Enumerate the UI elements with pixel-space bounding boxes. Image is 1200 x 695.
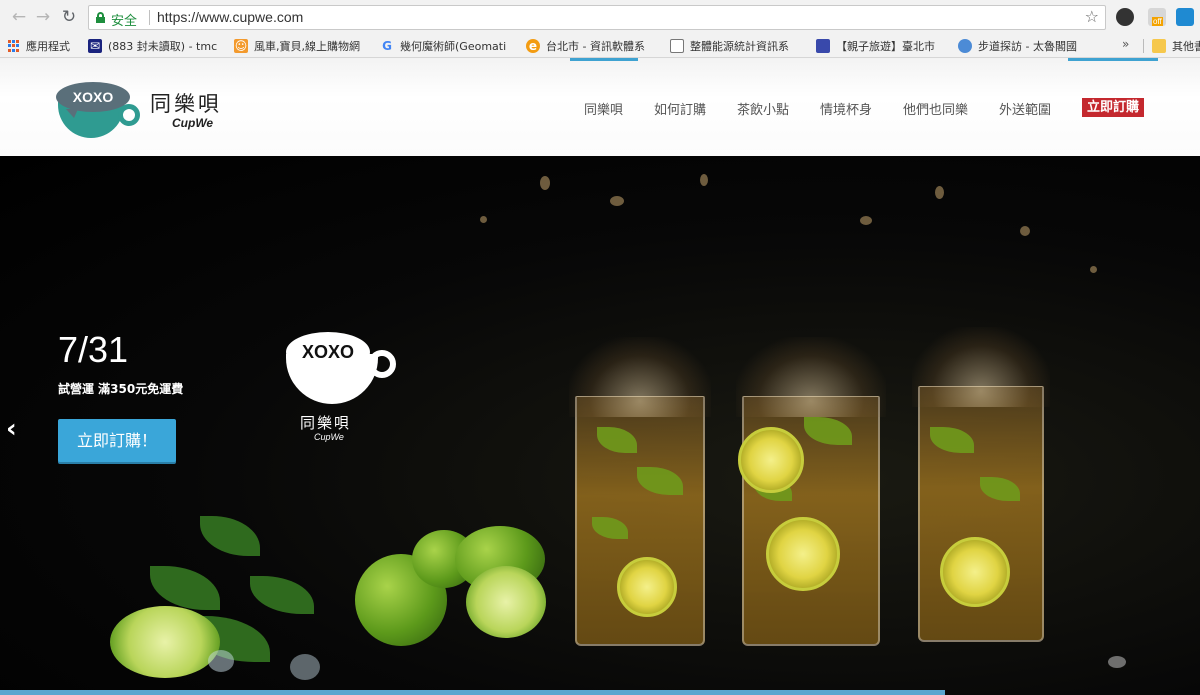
hero-banner: ‹ 7/31 試營運 滿350元免運費 立即訂購！ XOXO 同樂唄 CupWe: [0, 156, 1200, 695]
order-now-button[interactable]: 立即訂購！: [58, 419, 176, 462]
address-bar[interactable]: 安全 https://www.cupwe.com ☆: [88, 5, 1106, 30]
apps-grid-icon: [8, 40, 20, 52]
bookmark-other[interactable]: 其他書: [1152, 34, 1200, 58]
bookmark-label: 幾何魔術師(Geomati: [400, 40, 507, 53]
splash-drop: [935, 186, 944, 199]
splash-drop: [860, 216, 872, 225]
splash-drop: [480, 216, 487, 223]
logo-subtitle: CupWe: [172, 116, 214, 130]
nav-link-delivery-area[interactable]: 外送範圍: [999, 99, 1051, 118]
e-icon: e: [526, 39, 540, 53]
nav-link-cup-designs[interactable]: 情境杯身: [820, 99, 872, 118]
extension-dark-icon[interactable]: [1116, 8, 1134, 26]
bookmark-shop[interactable]: ☺ 風車,寶貝,線上購物網: [234, 34, 370, 58]
folder-icon: [1152, 39, 1166, 53]
splash-drop: [1020, 226, 1030, 236]
splash-drop: [1090, 266, 1097, 273]
globe-icon: [958, 39, 972, 53]
active-indicator: [570, 58, 638, 61]
active-indicator: [1068, 58, 1158, 61]
bookmark-label: 整體能源統計資訊系: [690, 40, 789, 53]
speech-bubble-icon: XOXO: [286, 332, 370, 372]
document-icon: [670, 39, 684, 53]
iced-tea-glass: [912, 327, 1050, 642]
nav-link-how-to-order[interactable]: 如何訂購: [654, 99, 706, 118]
carousel-prev-button[interactable]: ‹: [6, 414, 17, 444]
url-text[interactable]: https://www.cupwe.com: [157, 9, 303, 25]
shop-icon: ☺: [234, 39, 248, 53]
reload-icon[interactable]: ↻: [58, 6, 80, 28]
cup-handle-icon: [118, 104, 140, 126]
bookmark-label: 步道探訪 - 太魯閣國: [978, 40, 1077, 53]
bookmark-mail[interactable]: ✉ (883 封未讀取) - tmc: [88, 34, 226, 58]
logo-title: 同樂唄: [150, 92, 222, 116]
bookmark-label: (883 封未讀取) - tmc: [108, 40, 218, 53]
mint-leaf: [150, 566, 220, 610]
browser-toolbar: ← → ↻ 安全 https://www.cupwe.com ☆ off: [0, 0, 1200, 34]
bookmark-label: 【親子旅遊】臺北市: [836, 40, 935, 53]
lime-slice: [110, 606, 220, 678]
ice-cube: [208, 650, 234, 672]
bookmark-family-travel[interactable]: 【親子旅遊】臺北市: [816, 34, 948, 58]
forward-arrow-icon[interactable]: →: [32, 6, 54, 28]
site-logo[interactable]: XOXO 同樂唄 CupWe: [56, 82, 246, 140]
bookmark-label: 台北市 - 資訊軟體系: [546, 40, 645, 53]
site-header: XOXO 同樂唄 CupWe 同樂唄 如何訂購 茶飲小點 情境杯身 他們也同樂 …: [0, 58, 1200, 156]
bottom-accent-bar: [0, 690, 945, 695]
iced-tea-glass: [569, 337, 711, 646]
splash-drop: [610, 196, 624, 206]
water-drop: [1108, 656, 1126, 668]
nav-link-customers[interactable]: 他們也同樂: [903, 99, 968, 118]
hero-logo: XOXO 同樂唄 CupWe: [282, 326, 402, 446]
back-arrow-icon[interactable]: ←: [8, 6, 30, 28]
bookmark-taipei-it[interactable]: e 台北市 - 資訊軟體系: [526, 34, 662, 58]
splash-drop: [700, 174, 708, 186]
bookmark-label: 其他書: [1172, 40, 1200, 53]
mail-icon: ✉: [88, 39, 102, 53]
bookmark-apps[interactable]: 應用程式: [8, 34, 70, 58]
bookmark-star-icon[interactable]: ☆: [1085, 7, 1099, 26]
bookmark-trail[interactable]: 步道探訪 - 太魯閣國: [958, 34, 1098, 58]
lime-slice: [466, 566, 546, 638]
splash-drop: [540, 176, 550, 190]
bookmarks-divider: [1143, 39, 1144, 53]
nav-link-about[interactable]: 同樂唄: [584, 99, 623, 118]
google-icon: G: [382, 39, 392, 53]
cup-handle-icon: [368, 350, 396, 378]
extension-off-icon[interactable]: off: [1148, 8, 1166, 26]
mint-leaf: [250, 576, 314, 614]
lock-icon: [96, 12, 105, 23]
bookmarks-overflow-button[interactable]: »: [1122, 37, 1129, 51]
hero-logo-title: 同樂唄: [300, 414, 352, 432]
bookmarks-bar: 應用程式 ✉ (883 封未讀取) - tmc ☺ 風車,寶貝,線上購物網 G …: [0, 34, 1200, 58]
mint-leaf: [200, 516, 260, 556]
address-divider: [149, 10, 150, 25]
order-now-nav-button[interactable]: 立即訂購: [1082, 98, 1144, 117]
secure-label: 安全: [111, 14, 138, 29]
bookmark-energy[interactable]: 整體能源統計資訊系: [670, 34, 806, 58]
hero-promo-text: 試營運 滿350元免運費: [58, 382, 184, 396]
hero-date: 7/31: [58, 329, 129, 370]
bookmark-label: 風車,寶貝,線上購物網: [254, 40, 360, 53]
ice-cube: [290, 654, 320, 680]
blue-book-icon: [816, 39, 830, 53]
hero-logo-subtitle: CupWe: [314, 432, 344, 442]
iced-tea-glass: [736, 337, 886, 646]
nav-link-snacks[interactable]: 茶飲小點: [737, 99, 789, 118]
bookmark-geometry[interactable]: G 幾何魔術師(Geomati: [380, 34, 516, 58]
speech-bubble-icon: XOXO: [56, 82, 130, 118]
extension-blue-icon[interactable]: [1176, 8, 1194, 26]
bookmark-label: 應用程式: [26, 40, 70, 53]
